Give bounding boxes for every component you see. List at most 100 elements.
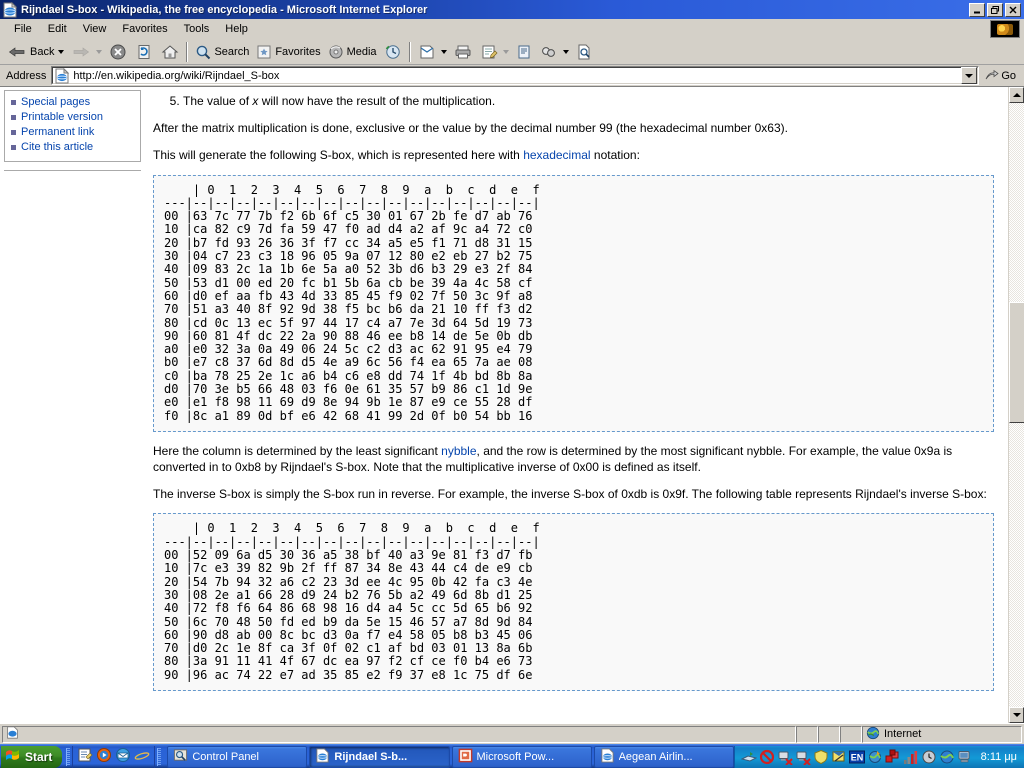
quick-launch-grip[interactable]	[66, 747, 71, 766]
menu-item-help[interactable]: Help	[217, 21, 256, 37]
mail-button[interactable]	[414, 41, 450, 63]
edit-button[interactable]	[476, 41, 512, 63]
home-button[interactable]	[157, 41, 183, 63]
show-desktop-icon[interactable]	[77, 747, 93, 766]
messenger-dropdown-icon[interactable]	[562, 49, 569, 54]
blocked-icon[interactable]	[759, 749, 775, 765]
print-button[interactable]	[450, 41, 476, 63]
forward-dropdown-icon[interactable]	[96, 49, 103, 54]
menu-item-favorites[interactable]: Favorites	[114, 21, 175, 37]
task-button-microsoft-powerpoint[interactable]: Microsoft Pow...	[451, 745, 592, 768]
network-disconnected-2-icon[interactable]	[795, 749, 811, 766]
task-label: Control Panel	[192, 750, 259, 763]
list-item[interactable]: Special pages	[11, 95, 140, 110]
monitor-icon[interactable]	[957, 749, 973, 765]
shield-icon[interactable]	[813, 749, 829, 765]
address-dropdown-button[interactable]	[961, 67, 978, 84]
paragraph-generate-sbox: This will generate the following S-box, …	[153, 147, 994, 163]
go-label: Go	[1001, 69, 1016, 82]
step5-text-a: The value of	[183, 94, 253, 108]
ie-icon	[315, 747, 330, 766]
sidebar-divider	[4, 170, 141, 171]
status-page-icon	[6, 726, 19, 742]
paragraph-column-row: Here the column is determined by the lea…	[153, 443, 994, 475]
forward-button[interactable]	[67, 41, 105, 63]
edit-dropdown-icon[interactable]	[502, 49, 509, 54]
favorites-button[interactable]: Favorites	[252, 41, 323, 63]
list-item[interactable]: Printable version	[11, 110, 140, 125]
task-button-control-panel[interactable]: Control Panel	[167, 745, 308, 768]
discuss-button[interactable]	[512, 41, 536, 63]
signal-bars-icon[interactable]	[903, 749, 919, 765]
page-icon	[54, 67, 70, 84]
quick-launch-bar: e	[72, 745, 156, 768]
safely-remove-hardware-icon[interactable]	[740, 749, 758, 765]
task-label: Microsoft Pow...	[476, 750, 555, 763]
task-button-rijndael-sbox[interactable]: Rijndael S-b...	[309, 745, 450, 768]
history-button[interactable]	[380, 41, 406, 63]
research-button[interactable]	[572, 41, 596, 63]
link-nybble[interactable]: nybble	[441, 444, 476, 458]
menu-item-tools[interactable]: Tools	[176, 21, 218, 37]
messenger-button[interactable]	[536, 41, 572, 63]
task-button-aegean-airlines[interactable]: Aegean Airlin...	[593, 745, 734, 768]
clock-tray-icon[interactable]	[921, 749, 937, 765]
procedure-list: The value of x will now have the result …	[153, 93, 994, 109]
scroll-down-button[interactable]	[1009, 707, 1024, 723]
address-input[interactable]	[73, 69, 962, 82]
menu-item-view[interactable]: View	[75, 21, 115, 37]
close-button[interactable]	[1005, 2, 1021, 17]
sidebar-item-cite-this-article[interactable]: Cite this article	[21, 141, 93, 153]
notes-icon[interactable]	[831, 749, 847, 765]
sidebar-item-special-pages[interactable]: Special pages	[21, 96, 90, 108]
restore-button[interactable]	[987, 2, 1003, 17]
taskbar-grip[interactable]	[157, 747, 162, 766]
media-label: Media	[346, 45, 377, 58]
sbox-table: | 0 1 2 3 4 5 6 7 8 9 a b c d e f ---|--…	[153, 174, 994, 432]
taskbar: Start e Control Panel Rijndael S-b... Mi…	[0, 744, 1024, 768]
sidebar-item-permanent-link[interactable]: Permanent link	[21, 126, 94, 138]
scrollbar-track[interactable]	[1009, 103, 1024, 707]
red-cubes-icon[interactable]	[885, 749, 901, 765]
globe-icon	[866, 726, 880, 743]
list-item: The value of x will now have the result …	[183, 93, 994, 109]
paragraph-inverse-sbox: The inverse S-box is simply the S-box ru…	[153, 487, 987, 502]
back-button[interactable]: Back	[3, 41, 67, 63]
media-player-icon[interactable]	[96, 747, 112, 766]
list-item[interactable]: Cite this article	[11, 140, 140, 155]
menu-item-file[interactable]: File	[6, 21, 40, 37]
status-bar: Internet	[0, 723, 1024, 744]
internet-explorer-icon[interactable]: e	[134, 747, 150, 766]
refresh-button[interactable]	[131, 41, 157, 63]
scroll-up-button[interactable]	[1009, 87, 1024, 103]
system-tray: EN 8:11 μμ	[733, 745, 1024, 768]
status-panel-1	[796, 725, 818, 743]
scrollbar-thumb[interactable]	[1009, 302, 1024, 424]
task-buttons: Control Panel Rijndael S-b... Microsoft …	[163, 745, 734, 768]
start-label: Start	[25, 749, 53, 764]
task-label: Rijndael S-b...	[334, 750, 408, 763]
internet-explorer-window: Rijndael S-box - Wikipedia, the free enc…	[0, 0, 1024, 744]
stop-button[interactable]	[105, 41, 131, 63]
minimize-button[interactable]	[969, 2, 985, 17]
menu-item-edit[interactable]: Edit	[40, 21, 75, 37]
go-button[interactable]: Go	[979, 68, 1022, 84]
address-input-wrap[interactable]	[51, 66, 980, 85]
link-hexadecimal[interactable]: hexadecimal	[523, 148, 590, 162]
outlook-express-icon[interactable]	[115, 747, 131, 766]
media-button[interactable]: Media	[324, 41, 380, 63]
start-button[interactable]: Start	[1, 745, 63, 768]
taskbar-clock[interactable]: 8:11 μμ	[981, 751, 1017, 763]
vertical-scrollbar[interactable]	[1008, 87, 1024, 723]
network-disconnected-icon[interactable]	[777, 749, 793, 766]
language-bar-en-icon[interactable]: EN	[848, 749, 865, 765]
back-dropdown-icon[interactable]	[58, 49, 65, 54]
search-button[interactable]: Search	[191, 41, 252, 63]
security-zone-panel[interactable]: Internet	[862, 725, 1022, 743]
antivirus-icon[interactable]	[867, 749, 883, 765]
mail-dropdown-icon[interactable]	[440, 49, 447, 54]
sidebar-item-printable-version[interactable]: Printable version	[21, 111, 103, 123]
ie-icon	[600, 747, 615, 766]
list-item[interactable]: Permanent link	[11, 125, 140, 140]
globe-tray-icon[interactable]	[939, 749, 955, 765]
